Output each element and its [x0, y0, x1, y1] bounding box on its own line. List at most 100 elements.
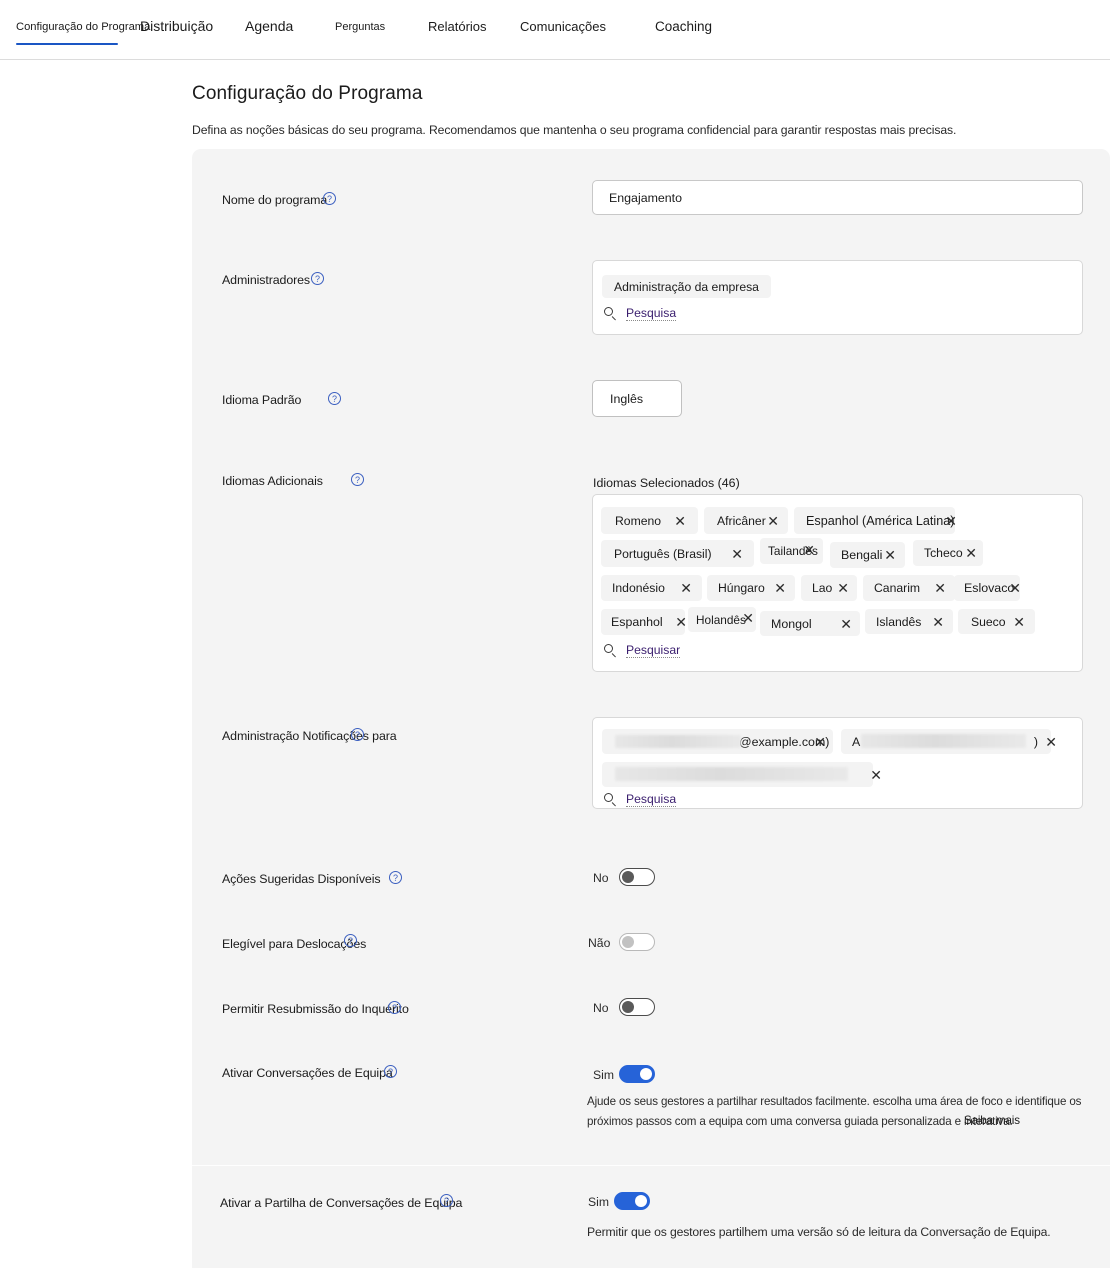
chip-label: Mongol	[771, 616, 812, 631]
learn-more-link-ativar-conversacoes[interactable]: Saiba mais	[964, 1111, 1020, 1131]
chip-remove-icon[interactable]: ✕	[814, 735, 826, 749]
help-circle-icon-ativar-conversacoes[interactable]: ?	[384, 1065, 397, 1078]
chip-remove-icon[interactable]: ✕	[965, 546, 977, 560]
toggle-ativar-partilha-conversacoes[interactable]	[614, 1192, 650, 1210]
program-setup-card: Nome do programa ? Engajamento Administr…	[192, 149, 1110, 1268]
chip-remove-icon[interactable]: ✕	[837, 581, 849, 595]
chip-language-14: Mongol ✕	[760, 611, 860, 636]
help-circle-icon-idioma-padrao[interactable]: ?	[328, 392, 341, 405]
chip-language-6: Tcheco ✕	[913, 540, 983, 566]
chip-label: Sueco	[971, 614, 1006, 629]
chip-label: Canarim	[874, 581, 921, 595]
admin-notifications-search-input[interactable]: Pesquisa	[604, 792, 677, 807]
tab-comunicacoes[interactable]: Comunicações	[520, 20, 606, 33]
chip-remove-icon[interactable]: ✕	[767, 514, 779, 528]
tab-agenda[interactable]: Agenda	[245, 19, 293, 33]
chip-language-10: Canarim ✕	[863, 575, 955, 601]
chip-remove-icon[interactable]: ✕	[803, 543, 815, 557]
chip-remove-icon[interactable]: ✕	[934, 581, 946, 595]
label-idioma-padrao: Idioma Padrão	[222, 393, 302, 407]
tab-perguntas[interactable]: Perguntas	[335, 22, 385, 33]
help-circle-icon-permitir-resubmissao[interactable]: ?	[388, 1001, 401, 1014]
chip-notification-recipient-2: ✕	[602, 762, 882, 787]
chip-label: Espanhol (América Latina)	[806, 513, 955, 528]
chip-language-12: Espanhol ✕	[601, 609, 687, 635]
chip-remove-icon[interactable]: ✕	[774, 581, 786, 595]
tab-distribuicao[interactable]: Distribuição	[140, 19, 213, 33]
tab-configuracao-do-programa[interactable]: Configuração do Programa	[16, 21, 150, 33]
toggle-state-elegivel-deslocacoes: Não	[588, 936, 611, 950]
description-ativar-conversacoes-line1: Ajude os seus gestores a partilhar resul…	[587, 1095, 1082, 1108]
tab-relatorios[interactable]: Relatórios	[428, 20, 487, 33]
chip-remove-icon[interactable]: ✕	[731, 547, 743, 561]
search-icon	[604, 307, 617, 320]
tab-active-underline	[16, 43, 118, 45]
chip-remove-icon[interactable]: ✕	[945, 514, 957, 528]
chip-label: Eslovaco	[964, 581, 1015, 595]
chip-language-15: Islandês ✕	[865, 609, 953, 634]
chip-label: Administração da empresa	[614, 279, 759, 294]
chip-remove-icon[interactable]: ✕	[870, 768, 882, 782]
toggle-ativar-conversacoes[interactable]	[619, 1065, 655, 1083]
chip-language-4: Tailandês ✕	[760, 538, 823, 564]
chip-label: Bengali	[841, 548, 883, 562]
program-name-input[interactable]: Engajamento	[592, 180, 1083, 215]
page-subtitle: Defina as noções básicas do seu programa…	[192, 123, 957, 137]
chip-label: Lao	[812, 581, 833, 595]
administrators-picker[interactable]: Administração da empresa Pesquisa	[592, 260, 1083, 335]
label-idiomas-adicionais: Idiomas Adicionais	[222, 474, 323, 488]
toggle-elegivel-deslocacoes[interactable]	[619, 933, 655, 951]
label-administradores: Administradores	[222, 273, 311, 287]
chip-remove-icon[interactable]: ✕	[675, 615, 687, 629]
toggle-state-permitir-resubmissao: No	[593, 1001, 609, 1015]
redacted-email-text	[861, 734, 1026, 748]
label-permitir-resubmissao: Permitir Resubmissão do Inquérito	[222, 1002, 409, 1016]
admin-notifications-picker[interactable]: @example.com) ✕ A ) ✕ ✕ Pesquisa	[592, 717, 1083, 809]
chip-language-16: Sueco ✕	[958, 609, 1035, 634]
toggle-knob	[639, 1067, 652, 1081]
help-circle-icon-idiomas-adicionais[interactable]: ?	[351, 473, 364, 486]
toggle-knob	[634, 1194, 647, 1208]
chip-remove-icon[interactable]: ✕	[884, 548, 896, 562]
chip-label: Islandês	[876, 614, 922, 629]
additional-languages-picker[interactable]: Romeno ✕ Africâner ✕ Espanhol (América L…	[592, 494, 1083, 672]
administrators-search-input[interactable]: Pesquisa	[604, 306, 677, 321]
chip-language-7: Indonésio ✕	[601, 575, 702, 601]
chip-language-1: Africâner ✕	[704, 507, 788, 534]
label-acoes-sugeridas: Ações Sugeridas Disponíveis	[222, 872, 381, 886]
chip-language-5: Bengali ✕	[830, 542, 905, 568]
chip-remove-icon[interactable]: ✕	[742, 611, 754, 625]
search-placeholder: Pesquisa	[626, 792, 677, 807]
chip-label-suffix: )	[1033, 734, 1038, 749]
chip-label: Tcheco	[924, 546, 963, 560]
chip-remove-icon[interactable]: ✕	[840, 617, 852, 631]
page-title: Configuração do Programa	[192, 83, 423, 104]
chip-remove-icon[interactable]: ✕	[1045, 735, 1057, 749]
chip-remove-icon[interactable]: ✕	[1013, 615, 1025, 629]
additional-languages-search-input[interactable]: Pesquisar	[604, 643, 681, 658]
help-circle-icon-administradores[interactable]: ?	[311, 272, 324, 285]
help-circle-icon-acoes-sugeridas[interactable]: ?	[389, 871, 402, 884]
tab-coaching[interactable]: Coaching	[655, 20, 712, 34]
help-circle-icon-elegivel-deslocacoes[interactable]: ?	[344, 934, 357, 947]
label-administracao-notificacoes: Administração Notificações para	[222, 729, 397, 743]
chip-label: Espanhol	[611, 615, 663, 629]
label-nome-do-programa: Nome do programa	[222, 193, 328, 207]
chip-remove-icon[interactable]: ✕	[674, 514, 686, 528]
toggle-state-acoes-sugeridas: No	[593, 871, 609, 885]
chip-remove-icon[interactable]: ✕	[680, 581, 692, 595]
help-circle-icon-administracao-notificacoes[interactable]: ?	[351, 728, 364, 741]
chip-remove-icon[interactable]: ✕	[932, 615, 944, 629]
toggle-acoes-sugeridas[interactable]	[619, 868, 655, 886]
toggle-state-ativar-partilha-conversacoes: Sim	[588, 1195, 609, 1209]
chip-label: Húngaro	[718, 581, 765, 595]
chip-notification-recipient-1: A ) ✕	[841, 729, 1057, 754]
help-circle-icon-nome-do-programa[interactable]: ?	[323, 192, 336, 205]
description-ativar-partilha-conversacoes: Permitir que os gestores partilhem uma v…	[587, 1225, 1051, 1239]
toggle-knob	[622, 1001, 634, 1013]
help-circle-icon-ativar-partilha-conversacoes[interactable]: ?	[440, 1194, 453, 1207]
default-language-select[interactable]: Inglês	[592, 380, 682, 417]
toggle-permitir-resubmissao[interactable]	[619, 998, 655, 1016]
chip-remove-icon[interactable]: ✕	[1009, 581, 1021, 595]
search-placeholder: Pesquisar	[626, 643, 681, 658]
